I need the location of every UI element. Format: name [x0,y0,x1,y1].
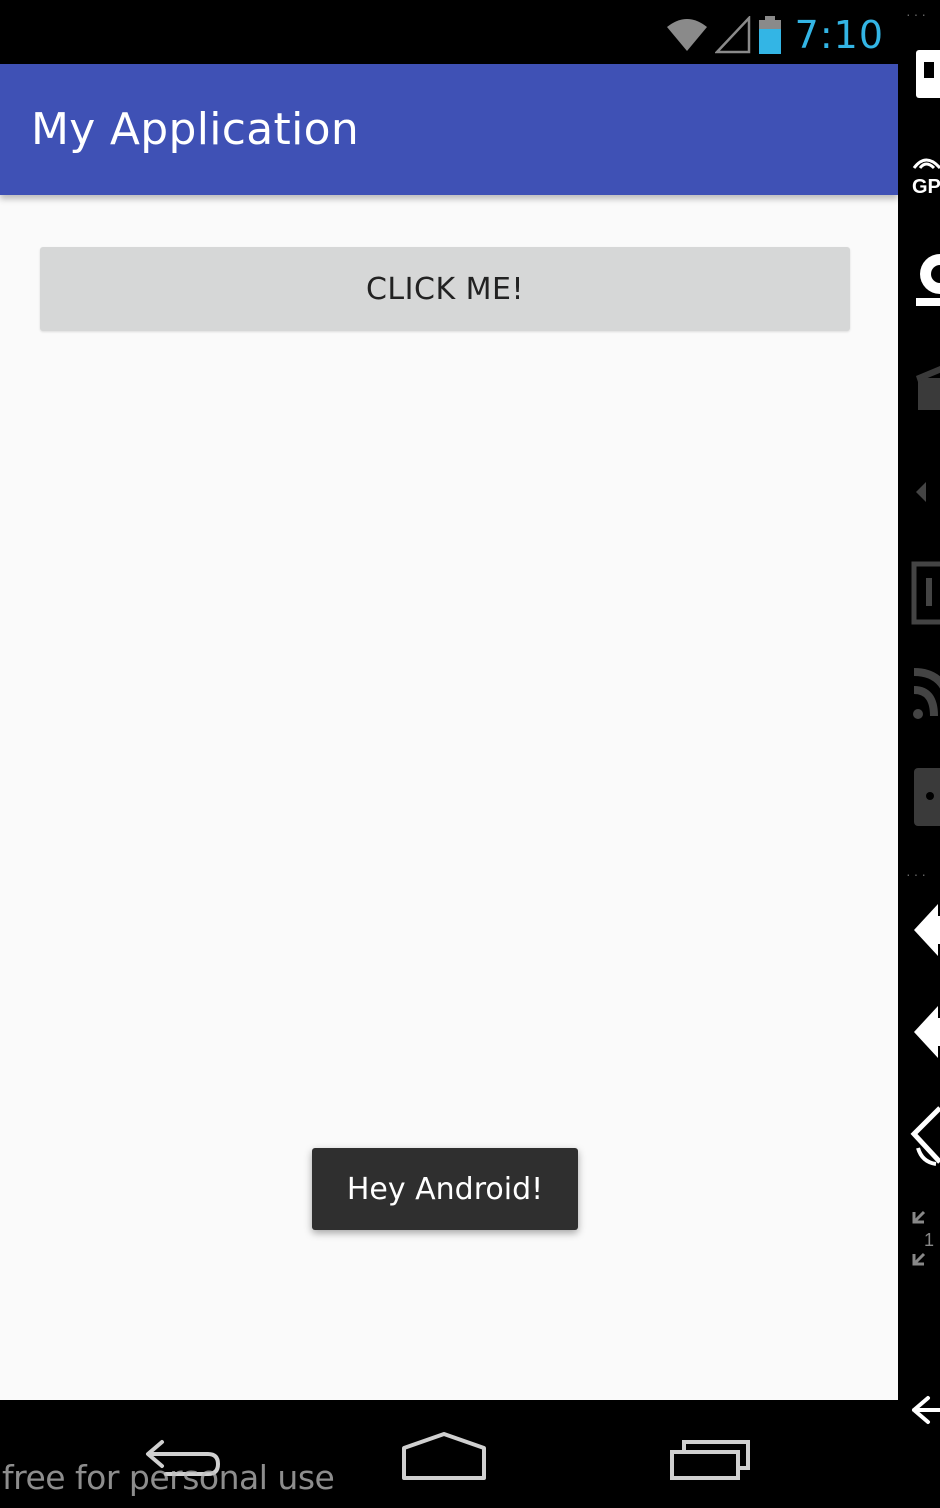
clapperboard-icon[interactable] [910,364,940,417]
recents-icon[interactable] [668,1430,754,1491]
click-me-button[interactable]: CLICK ME! [40,247,850,331]
status-icons: 7:10 [665,12,884,58]
toast-message: Hey Android! [312,1148,578,1230]
status-bar: 7:10 [0,6,898,64]
rotate-icon[interactable] [910,766,940,833]
app-title: My Application [31,104,360,155]
gps-icon[interactable] [910,150,940,175]
scale-label: 1 [924,1230,935,1250]
separator-dots-icon: ··· [906,866,929,882]
app-bar: My Application [0,64,898,195]
volume-up-icon[interactable] [910,900,940,965]
volume-down-icon[interactable] [910,478,940,511]
home-icon[interactable] [398,1430,490,1491]
battery-icon [757,15,783,55]
orientation-icon[interactable] [910,1104,940,1173]
clock: 7:10 [794,13,884,57]
emulator-side-toolbar: ··· GP ··· 1 [898,0,940,1508]
camera-icon[interactable] [910,248,940,317]
volume-down-2-icon[interactable] [910,1002,940,1067]
emulator-screen: 7:10 My Application CLICK ME! Hey Androi… [0,0,898,1508]
gps-label: GP [912,176,940,198]
wifi-icon [665,17,709,53]
power-icon[interactable] [910,48,940,109]
cell-signal-icon [714,16,751,54]
main-content: CLICK ME! Hey Android! [0,195,898,1400]
watermark-text: free for personal use [2,1458,335,1497]
slider-icon[interactable] [910,560,940,633]
rss-icon[interactable] [910,664,940,729]
back-arrow-icon[interactable] [910,1394,940,1431]
drag-handle-icon[interactable]: ··· [906,6,929,22]
